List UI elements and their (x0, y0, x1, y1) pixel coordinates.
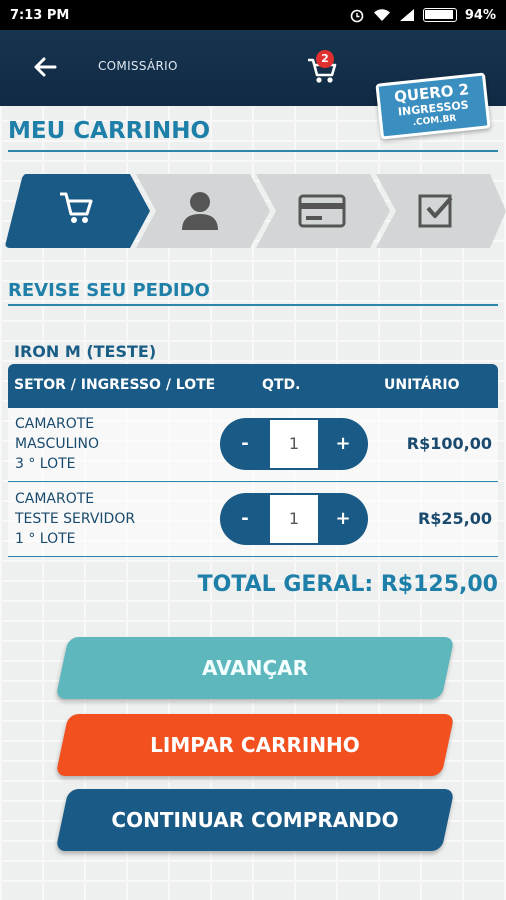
back-button[interactable] (30, 52, 60, 82)
clear-cart-button-label: LIMPAR CARRINHO (150, 733, 360, 757)
item-ticket: MASCULINO (15, 436, 99, 452)
quantity-stepper: - 1 + (220, 418, 368, 470)
site-logo[interactable]: QUERO 2 INGRESSOS .COM.BR (375, 72, 491, 140)
continue-shopping-button[interactable]: CONTINUAR COMPRANDO (55, 789, 455, 851)
title-divider (8, 150, 498, 152)
item-batch: 1 ° LOTE (15, 531, 76, 547)
cart-count-badge: 2 (316, 50, 334, 68)
item-ticket: TESTE SERVIDOR (15, 511, 136, 527)
checkout-steps (4, 172, 506, 250)
increase-button[interactable]: + (318, 418, 368, 470)
status-time: 7:13 PM (10, 7, 70, 23)
page-title: MEU CARRINHO (8, 118, 210, 144)
section-divider (8, 304, 498, 306)
section-title: REVISE SEU PEDIDO (8, 280, 210, 301)
quantity-input[interactable]: 1 (270, 420, 318, 468)
unit-price: R$100,00 (406, 434, 492, 453)
quantity-stepper: - 1 + (220, 493, 368, 545)
item-description: CAMAROTE TESTE SERVIDOR 1 ° LOTE (15, 489, 215, 549)
advance-button[interactable]: AVANÇAR (55, 637, 455, 699)
item-sector: CAMAROTE (15, 416, 95, 432)
step-cart[interactable] (5, 174, 151, 248)
header-qty: QTD. (262, 377, 301, 393)
header-unit: UNITÁRIO (384, 377, 460, 393)
app-header: COMISSÁRIO 2 QUERO 2 INGRESSOS .COM.BR (0, 30, 506, 140)
increase-button[interactable]: + (318, 493, 368, 545)
order-total: TOTAL GERAL: R$125,00 (197, 572, 498, 597)
event-name: IRON M (TESTE) (14, 342, 157, 361)
merchant-label: COMISSÁRIO (98, 59, 178, 73)
wifi-icon (373, 9, 390, 21)
arrow-left-icon (34, 57, 57, 77)
status-bar: 7:13 PM 94% (0, 0, 506, 30)
item-batch: 3 ° LOTE (15, 456, 76, 472)
status-icons: 94% (349, 7, 496, 23)
signal-icon (399, 9, 414, 21)
advance-button-label: AVANÇAR (201, 656, 308, 680)
clear-cart-button[interactable]: LIMPAR CARRINHO (55, 714, 455, 776)
table-row: CAMAROTE TESTE SERVIDOR 1 ° LOTE - 1 + R… (8, 483, 498, 557)
table-row: CAMAROTE MASCULINO 3 ° LOTE - 1 + R$100,… (8, 408, 498, 482)
item-sector: CAMAROTE (15, 491, 95, 507)
decrease-button[interactable]: - (220, 493, 270, 545)
alarm-icon (350, 9, 364, 23)
decrease-button[interactable]: - (220, 418, 270, 470)
header-item: SETOR / INGRESSO / LOTE (14, 377, 216, 393)
battery-icon (422, 8, 457, 22)
item-description: CAMAROTE MASCULINO 3 ° LOTE (15, 414, 215, 474)
step-payment[interactable] (256, 174, 390, 248)
unit-price: R$25,00 (417, 509, 492, 528)
quantity-input[interactable]: 1 (270, 495, 318, 543)
table-header: SETOR / INGRESSO / LOTE QTD. UNITÁRIO (8, 364, 498, 408)
continue-shopping-button-label: CONTINUAR COMPRANDO (111, 808, 399, 832)
battery-level: 94% (464, 7, 496, 23)
